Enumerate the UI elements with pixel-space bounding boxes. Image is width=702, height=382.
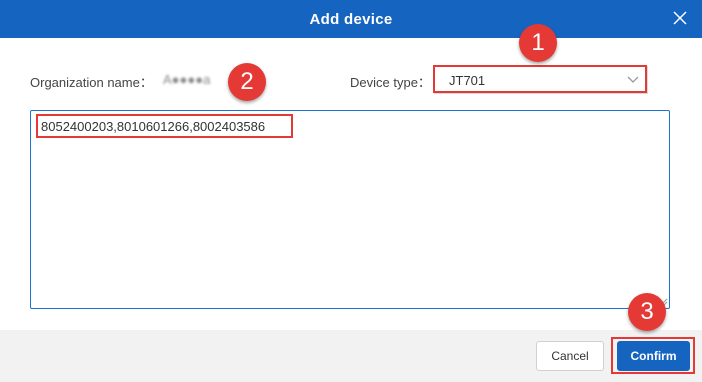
chevron-down-icon xyxy=(627,76,639,83)
close-icon[interactable] xyxy=(672,10,688,26)
device-type-label: Device type： xyxy=(350,75,431,90)
step-badge-1: 1 xyxy=(519,24,557,62)
dialog-title: Add device xyxy=(309,10,393,28)
add-device-dialog: Add device Organization name： A●●●●a Dev… xyxy=(0,0,702,382)
step-badge-2: 2 xyxy=(228,63,266,101)
dialog-titlebar: Add device xyxy=(0,0,702,38)
device-type-value: JT701 xyxy=(449,73,486,88)
confirm-button[interactable]: Confirm xyxy=(617,341,690,371)
organization-name-value: A●●●●a xyxy=(163,72,211,87)
step-badge-3: 3 xyxy=(628,293,666,331)
cancel-button[interactable]: Cancel xyxy=(536,341,604,371)
device-type-select[interactable]: JT701 xyxy=(434,66,648,94)
device-ids-input[interactable] xyxy=(30,110,670,309)
organization-name-label: Organization name： xyxy=(30,75,153,90)
